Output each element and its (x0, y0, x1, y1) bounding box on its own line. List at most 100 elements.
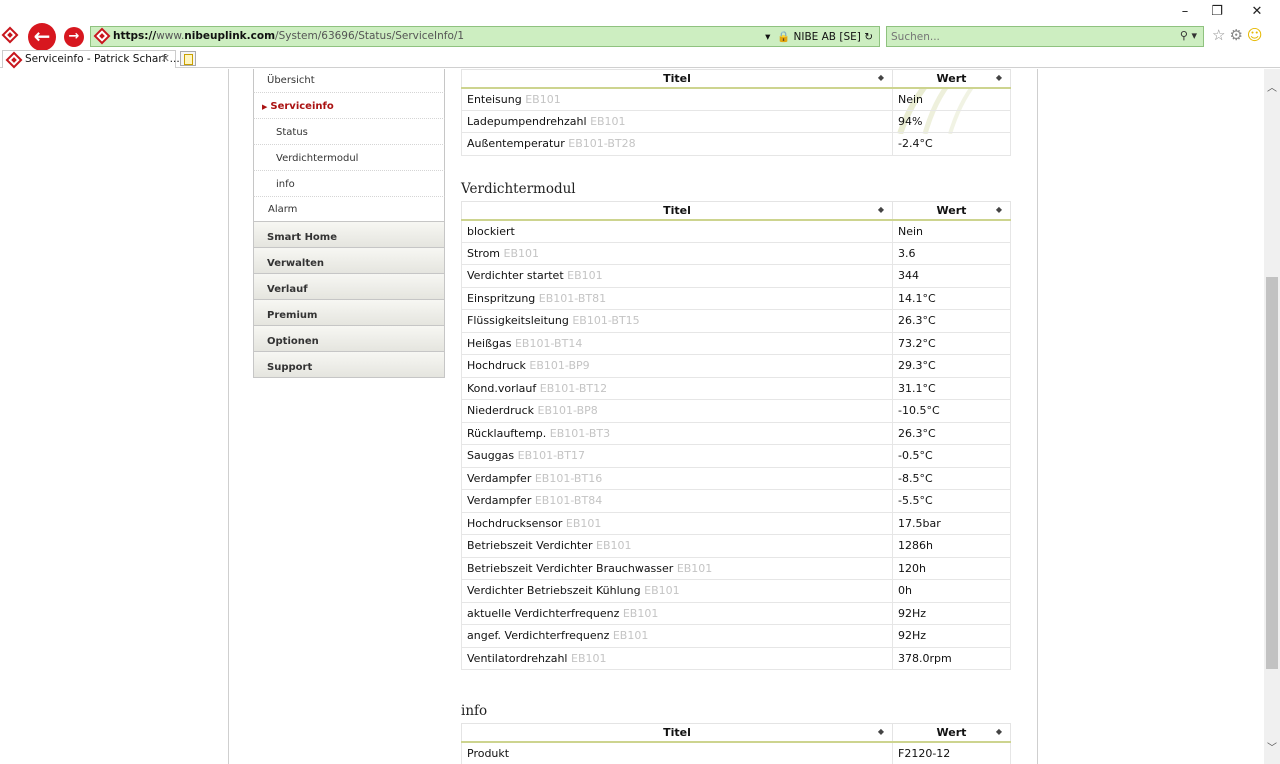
url-text[interactable]: https://www.nibeuplink.com/System/63696/… (113, 30, 464, 42)
status-table-top: Titel ◆ Wert ◆ Enteisung EB101 Nein Ladepump… (461, 69, 1011, 156)
table-row: Produkt F2120-12 (461, 741, 1011, 764)
sort-icon[interactable]: ◆ (996, 727, 1002, 736)
cell-title: Heißgas EB101-BT14 (461, 331, 893, 355)
security-label[interactable]: NIBE AB [SE] (794, 31, 861, 43)
site-favicon-icon[interactable] (1, 26, 19, 44)
sidebar-item-smart-home[interactable]: Smart Home (253, 222, 445, 248)
sidebar-item-optionen[interactable]: Optionen (253, 326, 445, 352)
table-row: aktuelle Verdichterfrequenz EB101 92Hz (461, 601, 1011, 625)
sort-icon[interactable]: ◆ (878, 727, 884, 736)
cell-title: Kond.vorlauf EB101-BT12 (461, 376, 893, 400)
cell-value: 92Hz (892, 601, 1011, 625)
row-sensor-code: EB101-BT81 (538, 291, 607, 305)
sidebar-item-support[interactable]: Support (253, 352, 445, 378)
new-tab-button[interactable] (180, 51, 196, 66)
row-sensor-code: EB101 (571, 651, 607, 665)
cell-value: -2.4°C (892, 132, 1011, 156)
column-header-title[interactable]: Titel ◆ (461, 723, 893, 743)
column-header-title[interactable]: Titel ◆ (461, 69, 893, 89)
settings-gear-icon[interactable]: ⚙ (1229, 26, 1242, 44)
sidebar-item-info[interactable]: info (253, 171, 445, 197)
scroll-thumb[interactable] (1266, 277, 1278, 669)
sort-icon[interactable]: ◆ (878, 73, 884, 82)
column-header-value[interactable]: Wert ◆ (892, 201, 1011, 221)
sidebar-item-alarm[interactable]: Alarm (253, 197, 445, 222)
cell-value: 344 (892, 264, 1011, 288)
back-button[interactable]: ← (28, 23, 56, 51)
sort-icon[interactable]: ◆ (996, 205, 1002, 214)
row-label: Einspritzung (467, 291, 536, 305)
url-path: /System/63696/Status/ServiceInfo/1 (275, 30, 465, 42)
row-sensor-code: EB101 (644, 584, 680, 598)
sidebar-item-verdichtermodul[interactable]: Verdichtermodul (253, 145, 445, 171)
lock-icon[interactable]: 🔒 (777, 31, 790, 43)
close-tab-icon[interactable]: ✕ (161, 52, 170, 65)
search-input[interactable] (891, 29, 1161, 44)
close-window-icon[interactable]: ✕ (1248, 4, 1266, 19)
row-label: Kond.vorlauf (467, 381, 537, 395)
cell-value: 1286h (892, 534, 1011, 558)
sidebar-item-label: Premium (267, 310, 318, 321)
feedback-smiley-icon[interactable]: ☺ (1247, 26, 1263, 44)
cell-value: Nein (892, 87, 1011, 111)
sort-icon[interactable]: ◆ (878, 205, 884, 214)
sidebar-item-serviceinfo[interactable]: ▶ Serviceinfo (253, 93, 445, 119)
sort-icon[interactable]: ◆ (996, 73, 1002, 82)
forward-button[interactable]: → (64, 27, 84, 47)
table-row: Verdampfer EB101-BT84 -5.5°C (461, 489, 1011, 513)
row-sensor-code: EB101-BT17 (517, 449, 585, 463)
column-header-value[interactable]: Wert ◆ (892, 723, 1011, 743)
restore-icon[interactable]: ❐ (1208, 4, 1226, 19)
toolbar-icons: ☆ ⚙ ☺ (1212, 26, 1267, 44)
row-sensor-code: EB101 (503, 246, 540, 260)
table-row: Betriebszeit Verdichter Brauchwasser EB1… (461, 556, 1011, 580)
page-scrollbar[interactable]: ︿ ﹀ (1264, 69, 1280, 764)
dropdown-arrow-icon[interactable]: ▾ (765, 31, 770, 43)
scroll-down-icon[interactable]: ﹀ (1267, 739, 1277, 754)
cell-value: F2120-12 (892, 741, 1011, 764)
column-header-value[interactable]: Wert ◆ (892, 69, 1011, 89)
section-heading: info (461, 703, 488, 719)
sidebar-item-label: Optionen (267, 336, 319, 347)
column-header-label: Titel (663, 725, 691, 739)
frame-divider-right (1037, 69, 1038, 764)
table-row: Verdichter Betriebszeit Kühlung EB101 0h (461, 579, 1011, 603)
row-sensor-code: EB101 (676, 561, 713, 575)
row-sensor-code: EB101 (565, 516, 602, 530)
cell-title: Außentemperatur EB101-BT28 (461, 132, 893, 156)
tab-serviceinfo[interactable]: Serviceinfo - Patrick Scharf ... ✕ (2, 50, 180, 69)
cell-title: Verdichter startet EB101 (461, 264, 893, 288)
row-label: Hochdruck (467, 359, 526, 373)
sidebar-nav: Übersicht ▶ Serviceinfo Status Verdichter… (253, 69, 445, 378)
search-box[interactable]: ⚲ ▾ (886, 26, 1204, 47)
cell-title: Verdampfer EB101-BT16 (461, 466, 893, 490)
table-row: Einspritzung EB101-BT81 14.1°C (461, 286, 1011, 310)
minimize-icon[interactable]: – (1176, 4, 1194, 19)
table-row: Betriebszeit Verdichter EB101 1286h (461, 534, 1011, 558)
sidebar-item-overview[interactable]: Übersicht (253, 69, 445, 93)
row-sensor-code: EB101 (622, 606, 659, 620)
sidebar-item-label: Serviceinfo (270, 101, 334, 112)
sidebar-item-verwalten[interactable]: Verwalten (253, 248, 445, 274)
row-label: Flüssigkeitsleitung (467, 314, 569, 328)
row-label: aktuelle Verdichterfrequenz (467, 606, 620, 620)
sidebar-item-label: Support (267, 362, 313, 373)
sidebar-item-verlauf[interactable]: Verlauf (253, 274, 445, 300)
scroll-up-icon[interactable]: ︿ (1267, 79, 1277, 94)
sidebar-item-status[interactable]: Status (253, 119, 445, 145)
sidebar-item-premium[interactable]: Premium (253, 300, 445, 326)
address-favicon-icon (93, 27, 111, 45)
column-header-label: Wert (936, 71, 967, 85)
address-bar[interactable]: https://www.nibeuplink.com/System/63696/… (90, 26, 880, 47)
refresh-icon[interactable]: ↻ (864, 31, 873, 43)
browser-chrome: – ❐ ✕ ← → https://www.nibeuplink.com/Sys… (0, 0, 1280, 51)
cell-title: Betriebszeit Verdichter Brauchwasser EB1… (461, 556, 893, 580)
favorites-star-icon[interactable]: ☆ (1212, 26, 1225, 44)
cell-title: Betriebszeit Verdichter EB101 (461, 534, 893, 558)
column-header-label: Titel (663, 203, 691, 217)
search-icon[interactable]: ⚲ ▾ (1180, 29, 1197, 42)
table-header-row: Titel ◆ Wert ◆ (461, 69, 1011, 89)
column-header-title[interactable]: Titel ◆ (461, 201, 893, 221)
cell-value: 14.1°C (892, 286, 1011, 310)
section-heading: Verdichtermodul (461, 181, 576, 197)
